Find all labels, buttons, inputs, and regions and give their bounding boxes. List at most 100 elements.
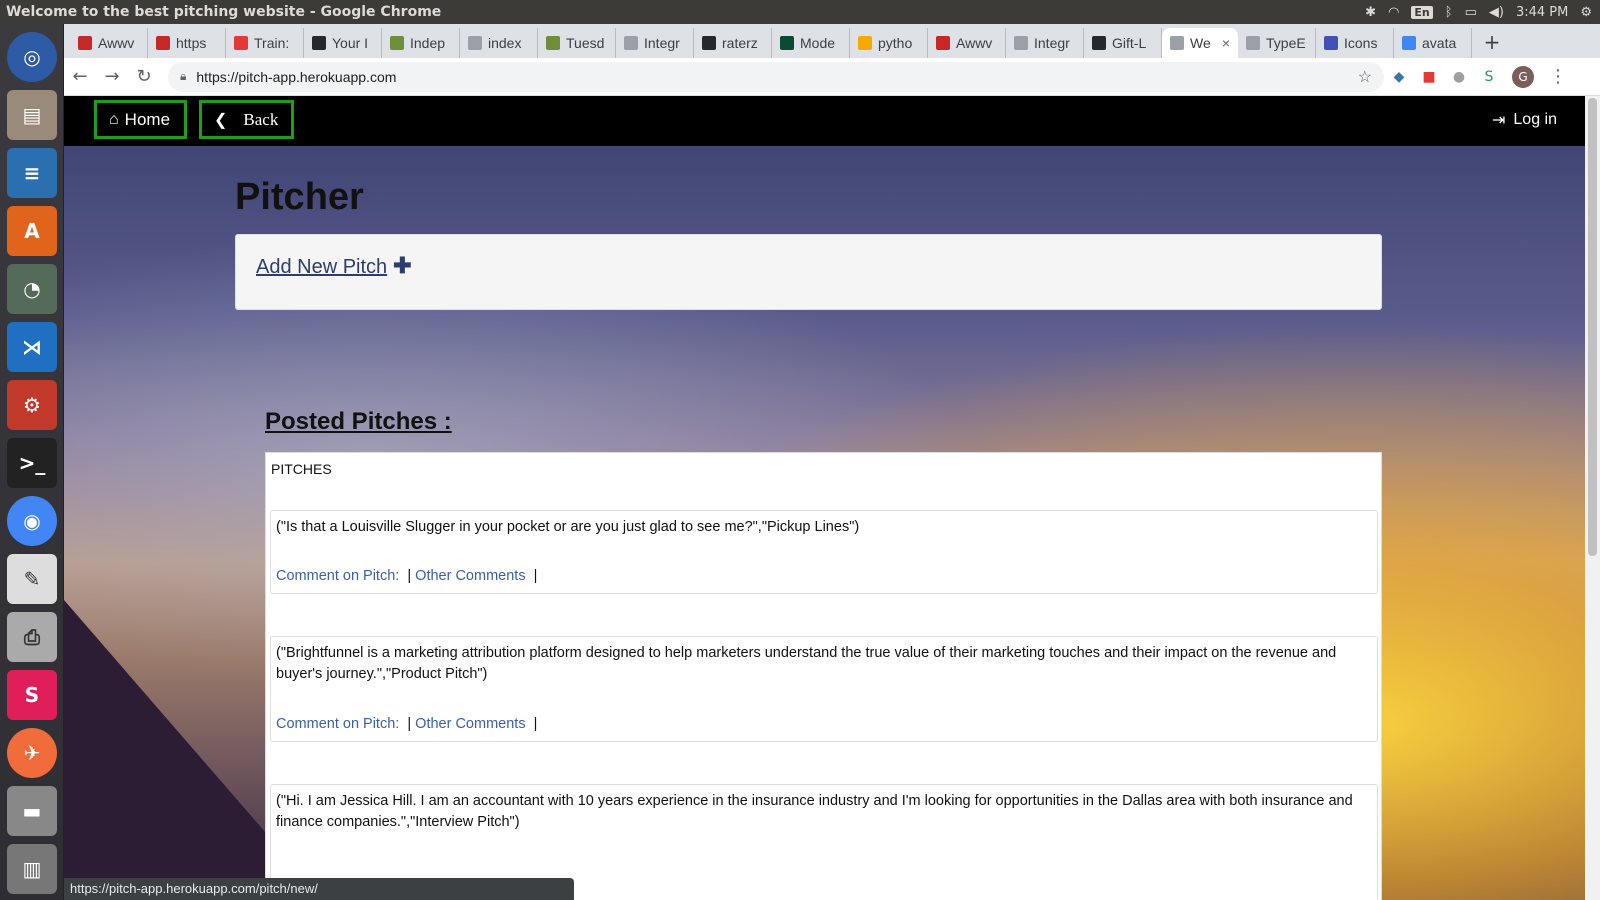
browser-tab[interactable]: pytho: [850, 28, 928, 58]
vscode-icon[interactable]: ⋊: [7, 322, 57, 372]
tab-favicon-icon: [312, 36, 326, 50]
comment-on-pitch-link[interactable]: Comment on Pitch:: [276, 568, 399, 584]
home-icon: ⌂: [109, 110, 119, 128]
disk-usage-icon[interactable]: ◔: [7, 264, 57, 314]
tab-label: Your I: [332, 35, 369, 51]
python-extension-icon[interactable]: ◆: [1384, 69, 1414, 85]
back-arrow-icon[interactable]: ←: [64, 66, 96, 87]
tab-label: Awwv: [956, 35, 993, 51]
browser-tab[interactable]: Train:: [226, 28, 304, 58]
os-top-panel: Welcome to the best pitching website - G…: [0, 0, 1600, 24]
tab-label: Icons: [1344, 35, 1378, 51]
browser-tab[interactable]: Indep: [382, 28, 460, 58]
trash-icon[interactable]: ▥: [7, 844, 57, 894]
bluetooth-icon[interactable]: ᛒ: [1445, 5, 1453, 20]
tab-label: Integr: [1034, 35, 1070, 51]
drive-icon[interactable]: ▬: [7, 786, 57, 836]
scrollbar-thumb[interactable]: [1588, 98, 1597, 556]
s-extension-icon[interactable]: S: [1474, 69, 1504, 85]
browser-tab[interactable]: Gift-L: [1084, 28, 1162, 58]
slack-icon[interactable]: S: [7, 670, 57, 720]
tab-favicon-icon: [234, 36, 248, 50]
circle-extension-icon[interactable]: ●: [1444, 69, 1474, 85]
tab-favicon-icon: [858, 36, 872, 50]
pitch-card: ("Brightfunnel is a marketing attributio…: [270, 636, 1378, 742]
tab-close-icon[interactable]: ×: [1222, 35, 1230, 51]
tab-favicon-icon: [546, 36, 560, 50]
tab-favicon-icon: [78, 36, 92, 50]
forward-arrow-icon[interactable]: →: [96, 66, 128, 87]
battery-icon[interactable]: ▭: [1465, 5, 1477, 20]
login-link[interactable]: ⇥ Log in: [1492, 110, 1557, 130]
browser-tab[interactable]: We ×: [1162, 28, 1238, 58]
pitch-text: ("Brightfunnel is a marketing attributio…: [276, 645, 1337, 682]
system-tray: ✱ ◠ En ᛒ ▭ ◀) 3:44 PM ⚙: [1365, 0, 1592, 24]
tab-label: raterz: [722, 35, 758, 51]
tab-favicon-icon: [390, 36, 404, 50]
tab-favicon-icon: [780, 36, 794, 50]
browser-tab[interactable]: Awwv: [70, 28, 148, 58]
back-nav-button[interactable]: ❮ Back: [199, 100, 294, 139]
browser-tab[interactable]: Integr: [1006, 28, 1084, 58]
login-label: Log in: [1513, 111, 1557, 128]
browser-tab[interactable]: Your I: [304, 28, 382, 58]
home-label: Home: [124, 109, 171, 129]
terminal-icon[interactable]: >_: [7, 438, 57, 488]
chrome-icon[interactable]: ◉: [7, 496, 57, 546]
text-editor-icon[interactable]: ✎: [7, 554, 57, 604]
tab-label: Train:: [254, 35, 290, 51]
tab-favicon-icon: [936, 36, 950, 50]
browser-tab[interactable]: Integr: [616, 28, 694, 58]
browser-tab[interactable]: Awwv: [928, 28, 1006, 58]
other-comments-link[interactable]: Other Comments: [415, 568, 525, 584]
tab-label: We: [1190, 35, 1211, 51]
files-icon[interactable]: ▤: [7, 90, 57, 140]
tab-label: Tuesd: [566, 35, 605, 51]
tab-label: https: [176, 35, 207, 51]
keyboard-language-indicator[interactable]: En: [1411, 5, 1433, 19]
power-gear-icon[interactable]: ⚙: [1580, 5, 1592, 20]
tab-label: avata: [1422, 35, 1457, 51]
page-title: Pitcher: [235, 176, 364, 218]
pitch-card: ("Is that a Louisville Slugger in your p…: [270, 510, 1378, 594]
ubuntu-dash-icon[interactable]: ◎: [7, 32, 57, 82]
system-settings-icon[interactable]: ⚙: [7, 380, 57, 430]
chevron-left-icon: ❮: [214, 111, 228, 129]
browser-tab[interactable]: Icons: [1316, 28, 1394, 58]
browser-tab[interactable]: avata: [1394, 28, 1472, 58]
tab-label: pytho: [878, 35, 913, 51]
browser-tab[interactable]: https: [148, 28, 226, 58]
page-scrollbar[interactable]: [1585, 96, 1600, 900]
browser-tab[interactable]: raterz: [694, 28, 772, 58]
bookmark-star-icon[interactable]: ☆: [1358, 67, 1372, 87]
browser-tab[interactable]: Tuesd: [538, 28, 616, 58]
clock[interactable]: 3:44 PM: [1516, 5, 1568, 20]
chrome-menu-icon[interactable]: ⋮: [1542, 66, 1574, 87]
lock-icon[interactable]: 🔒︎: [180, 69, 186, 84]
settings-gear-icon[interactable]: ✱: [1365, 5, 1376, 20]
browser-tab[interactable]: index: [460, 28, 538, 58]
comment-on-pitch-link[interactable]: Comment on Pitch:: [276, 716, 399, 732]
address-bar[interactable]: 🔒︎ https://pitch-app.herokuapp.com ☆: [168, 61, 1384, 92]
browser-tab[interactable]: TypeE: [1238, 28, 1316, 58]
tab-favicon-icon: [468, 36, 482, 50]
add-new-pitch-link[interactable]: Add New Pitch ✚: [256, 253, 412, 279]
tab-favicon-icon: [1324, 36, 1338, 50]
volume-icon[interactable]: ◀): [1489, 5, 1504, 20]
screen-recorder-extension-icon[interactable]: ■: [1414, 69, 1444, 85]
tab-favicon-icon: [1092, 36, 1106, 50]
postman-icon[interactable]: ✈: [7, 728, 57, 778]
other-comments-link[interactable]: Other Comments: [415, 716, 525, 732]
pitch-actions: Comment on Pitch: | Other Comments |: [276, 716, 538, 732]
browser-tab[interactable]: Mode: [772, 28, 850, 58]
home-nav-button[interactable]: ⌂ Home: [94, 100, 187, 139]
software-center-icon[interactable]: A: [7, 206, 57, 256]
tab-favicon-icon: [624, 36, 638, 50]
reload-icon[interactable]: ↻: [128, 66, 160, 87]
profile-avatar[interactable]: G: [1512, 65, 1534, 88]
address-url[interactable]: https://pitch-app.herokuapp.com: [196, 69, 396, 85]
writer-icon[interactable]: ≡: [7, 148, 57, 198]
new-tab-button[interactable]: +: [1478, 28, 1506, 56]
wifi-icon[interactable]: ◠: [1388, 5, 1399, 20]
printer-icon[interactable]: ⎙: [7, 612, 57, 662]
